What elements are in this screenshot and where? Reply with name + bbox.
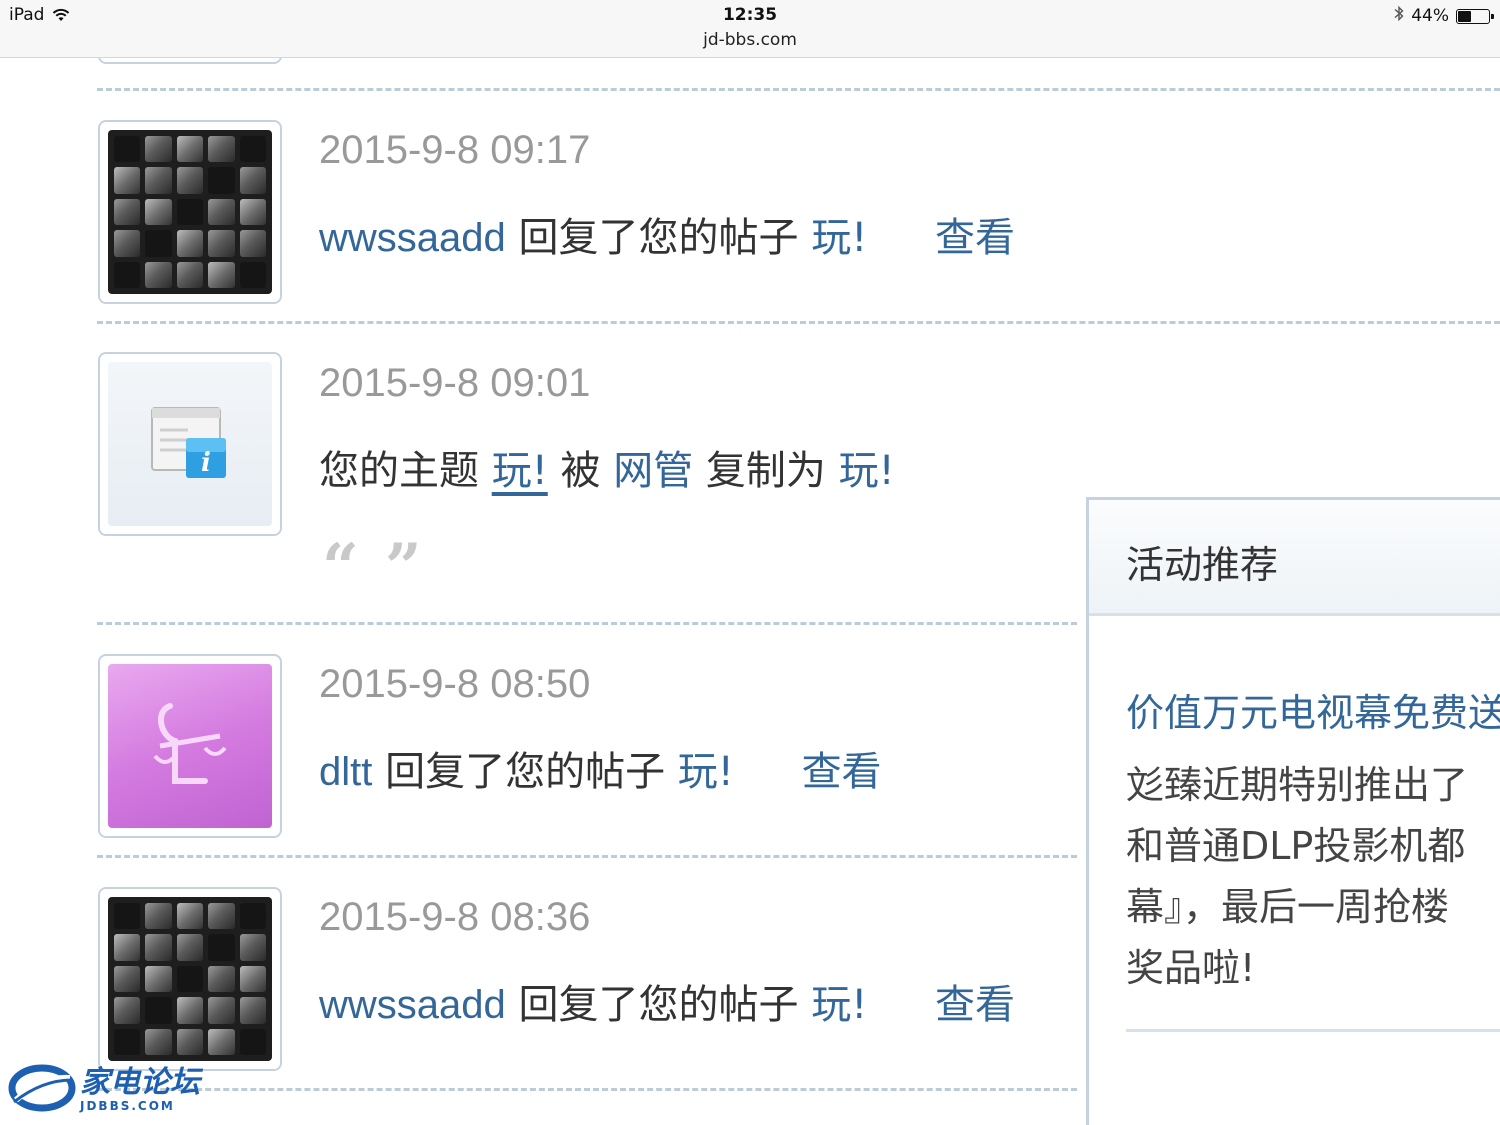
notification-text: 您的主题 玩! 被 网管 复制为 玩! <box>319 438 895 496</box>
panel-title: 活动推荐 <box>1126 543 1279 587</box>
user-avatar[interactable] <box>98 654 282 838</box>
description-line: 和普通DLP投影机都 <box>1126 824 1466 868</box>
prefix-text: 您的主题 <box>319 448 479 494</box>
notification-time: 2015-9-8 08:36 <box>319 895 591 939</box>
notification-time: 2015-9-8 08:50 <box>319 662 591 706</box>
status-right-overlay: 44% <box>1394 5 1494 27</box>
feed-divider <box>97 622 1077 625</box>
user-link[interactable]: wwssaadd <box>319 983 506 1027</box>
site-watermark: 家电论坛 JDBBS.COM <box>8 1062 200 1118</box>
panel-divider <box>1126 1029 1500 1032</box>
activity-link[interactable]: 价值万元电视幕免费送 <box>1126 682 1500 737</box>
battery-icon <box>1456 8 1494 24</box>
notification-text: wwssaadd 回复了您的帖子 玩! 查看 <box>319 972 1015 1030</box>
action-text: 回复了您的帖子 <box>518 215 799 261</box>
notification-time: 2015-9-8 09:17 <box>319 128 591 172</box>
bluetooth-icon <box>1394 5 1404 27</box>
thread-link[interactable]: 玩! <box>678 749 734 795</box>
address-bar[interactable]: jd-bbs.com <box>0 30 1500 50</box>
system-notice-icon: i <box>108 362 272 526</box>
battery-level <box>1458 10 1471 22</box>
activity-panel: 活动推荐 价值万元电视幕免费送 彣臻近期特别推出了 和普通DLP投影机都 幕』，… <box>1086 497 1500 1125</box>
action-text: 回复了您的帖子 <box>518 982 799 1028</box>
battery-percent: 44% <box>1411 6 1449 26</box>
middle-text: 被 <box>560 448 601 494</box>
watermark-en: JDBBS.COM <box>80 1099 175 1113</box>
status-bar-content: iPad 12:35 jd-bbs.com 44% <box>0 0 1500 58</box>
thread-link[interactable]: 玩! <box>811 215 867 261</box>
thread-link[interactable]: 玩! <box>492 448 548 494</box>
system-avatar: i <box>98 352 282 536</box>
watermark-text: 家电论坛 JDBBS.COM <box>80 1065 200 1113</box>
watermark-cn: 家电论坛 <box>80 1065 200 1100</box>
description-line: 幕』，最后一周抢楼 <box>1126 885 1450 929</box>
quote-marks: “” <box>322 530 448 605</box>
view-link[interactable]: 查看 <box>935 215 1015 261</box>
description-line: 奖品啦! <box>1126 946 1256 990</box>
user-link[interactable]: dltt <box>319 750 372 794</box>
activity-description: 彣臻近期特别推出了 和普通DLP投影机都 幕』，最后一周抢楼 奖品啦! <box>1126 755 1500 999</box>
thread-link[interactable]: 玩! <box>811 982 867 1028</box>
target-thread-link[interactable]: 玩! <box>839 448 895 494</box>
panel-body: 价值万元电视幕免费送 彣臻近期特别推出了 和普通DLP投影机都 幕』，最后一周抢… <box>1089 616 1500 999</box>
quote-close: ” <box>384 530 448 605</box>
view-link[interactable]: 查看 <box>935 982 1015 1028</box>
panel-header: 活动推荐 <box>1089 500 1500 616</box>
view-link[interactable]: 查看 <box>802 749 882 795</box>
libra-avatar-image <box>108 664 272 828</box>
user-avatar[interactable] <box>98 887 282 1071</box>
keyboard-avatar-image <box>108 130 272 294</box>
feed-divider <box>97 1088 1077 1091</box>
watermark-logo-icon <box>8 1062 76 1118</box>
notification-time: 2015-9-8 09:01 <box>319 361 591 405</box>
action-text: 回复了您的帖子 <box>385 749 666 795</box>
feed-divider <box>97 855 1077 858</box>
feed-divider <box>97 88 1500 91</box>
user-avatar[interactable] <box>98 120 282 304</box>
svg-text:i: i <box>201 448 211 478</box>
notification-text: dltt 回复了您的帖子 玩! 查看 <box>319 739 882 797</box>
feed-divider <box>97 321 1500 324</box>
clock: 12:35 <box>722 5 778 25</box>
quote-open: “ <box>322 530 385 605</box>
user-link[interactable]: wwssaadd <box>319 216 506 260</box>
keyboard-avatar-image <box>108 897 272 1061</box>
copied-as-text: 复制为 <box>705 448 826 494</box>
notification-text: wwssaadd 回复了您的帖子 玩! 查看 <box>319 205 1015 263</box>
admin-link[interactable]: 网管 <box>613 448 693 494</box>
description-line: 彣臻近期特别推出了 <box>1126 763 1469 807</box>
